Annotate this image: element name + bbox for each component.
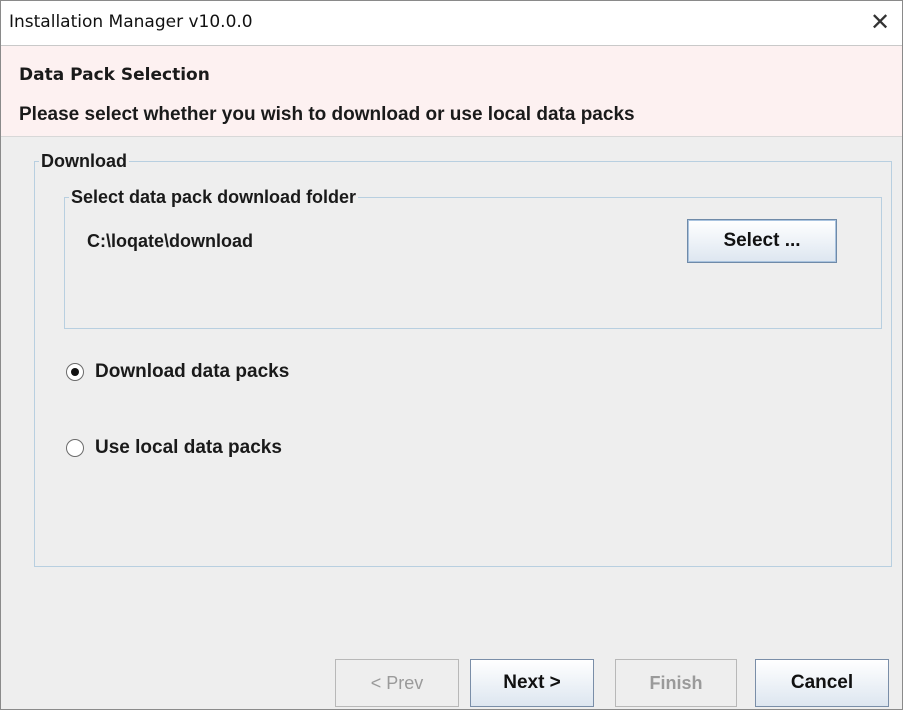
radio-unselected-icon[interactable]	[66, 439, 84, 457]
radio-dot-icon	[71, 368, 79, 376]
download-data-packs-option[interactable]: Download data packs	[66, 360, 289, 384]
close-icon[interactable]: ✕	[864, 7, 896, 37]
installer-window: Installation Manager v10.0.0 ✕ Data Pack…	[0, 0, 903, 710]
download-folder-legend: Select data pack download folder	[71, 187, 357, 207]
radio-selected-icon[interactable]	[66, 363, 84, 381]
download-group-legend: Download	[41, 151, 127, 171]
next-button[interactable]: Next >	[470, 659, 594, 707]
download-folder-path: C:\loqate\download	[87, 231, 253, 251]
download-data-packs-label[interactable]: Download data packs	[95, 361, 289, 383]
step-subtitle: Please select whether you wish to downlo…	[19, 104, 635, 125]
step-title: Data Pack Selection	[19, 65, 210, 85]
use-local-data-packs-option[interactable]: Use local data packs	[66, 436, 282, 460]
prev-button: < Prev	[335, 659, 459, 707]
use-local-data-packs-label[interactable]: Use local data packs	[95, 437, 282, 459]
window-title: Installation Manager v10.0.0	[9, 12, 253, 32]
title-bar[interactable]: Installation Manager v10.0.0 ✕	[1, 1, 902, 46]
cancel-button[interactable]: Cancel	[755, 659, 889, 707]
wizard-header: Data Pack Selection Please select whethe…	[1, 46, 902, 137]
select-folder-button[interactable]: Select ...	[687, 219, 837, 263]
finish-button: Finish	[615, 659, 737, 707]
